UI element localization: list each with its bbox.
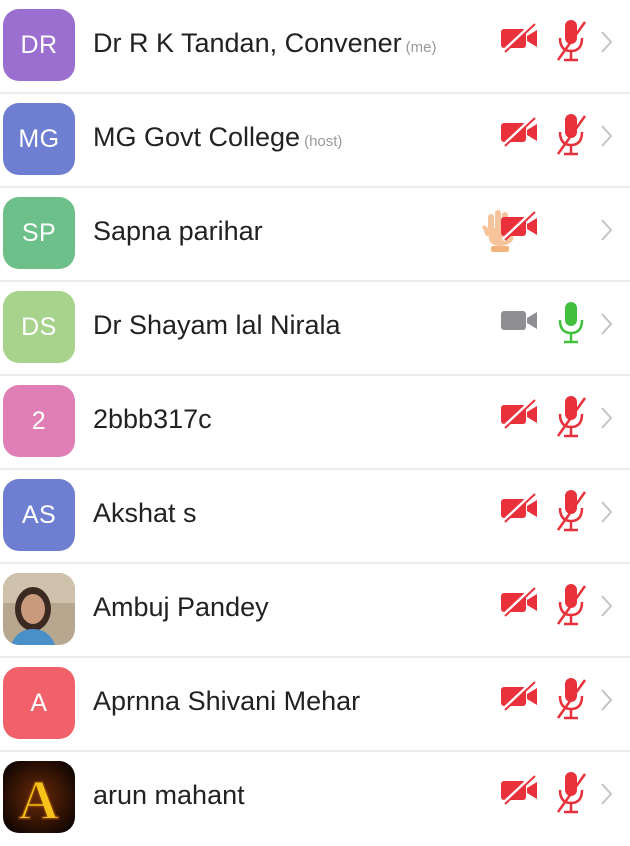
video-off-icon: [500, 774, 540, 806]
participant-name-group: Aprnna Shivani Mehar: [93, 658, 364, 748]
participant-name: Akshat s: [93, 498, 197, 528]
participant-row[interactable]: DS Dr Shayam lal Nirala: [0, 282, 630, 376]
microphone-muted-icon: [554, 18, 588, 64]
chevron-right-icon[interactable]: [600, 688, 614, 712]
microphone-muted-icon: [554, 394, 588, 440]
video-off-icon: [500, 116, 540, 148]
avatar: SP: [3, 197, 75, 269]
participant-name-group: Akshat s: [93, 470, 201, 560]
participant-name: MG Govt College: [93, 122, 301, 152]
avatar: MG: [3, 103, 75, 175]
video-camera-icon: [500, 304, 540, 336]
microphone-muted-icon: [554, 582, 588, 628]
video-off-icon: [500, 492, 540, 524]
status-icons: [450, 0, 630, 90]
status-icons: [450, 564, 630, 654]
participant-name-group: Dr Shayam lal Nirala: [93, 282, 345, 372]
status-icons: [450, 658, 630, 748]
avatar-photo: [3, 573, 75, 645]
participant-row[interactable]: SP Sapna parihar: [0, 188, 630, 282]
participant-row[interactable]: AS Akshat s: [0, 470, 630, 564]
video-off-icon: [500, 210, 540, 242]
chevron-right-icon[interactable]: [600, 218, 614, 242]
participant-row[interactable]: 2 2bbb317c: [0, 376, 630, 470]
svg-text:A: A: [19, 770, 60, 832]
video-off-icon: [500, 398, 540, 430]
video-off-icon: [500, 680, 540, 712]
microphone-icon: [554, 300, 588, 346]
participant-role-tag: (host): [304, 133, 343, 150]
participant-row[interactable]: DR Dr R K Tandan, Convener (me): [0, 0, 630, 94]
avatar: DS: [3, 291, 75, 363]
participant-name: Aprnna Shivani Mehar: [93, 686, 361, 716]
participant-role-tag: (me): [405, 39, 437, 56]
avatar: 2: [3, 385, 75, 457]
participant-name-group: Sapna parihar: [93, 188, 267, 278]
video-off-icon: [500, 22, 540, 54]
participant-name: 2bbb317c: [93, 404, 212, 434]
participant-row[interactable]: A Aprnna Shivani Mehar: [0, 658, 630, 752]
status-icons: [450, 376, 630, 466]
microphone-muted-icon: [554, 770, 588, 816]
avatar: AS: [3, 479, 75, 551]
participant-name: Ambuj Pandey: [93, 592, 269, 622]
participant-name-group: Ambuj Pandey: [93, 564, 273, 654]
participant-row[interactable]: A arun mahant: [0, 752, 630, 846]
video-off-icon: [500, 586, 540, 618]
participant-name: Dr Shayam lal Nirala: [93, 310, 341, 340]
participant-name: Sapna parihar: [93, 216, 263, 246]
participant-name-group: 2bbb317c: [93, 376, 216, 466]
avatar: A: [3, 667, 75, 739]
participant-row[interactable]: Ambuj Pandey: [0, 564, 630, 658]
status-icons: [450, 282, 630, 372]
chevron-right-icon[interactable]: [600, 30, 614, 54]
chevron-right-icon[interactable]: [600, 594, 614, 618]
chevron-right-icon[interactable]: [600, 782, 614, 806]
microphone-muted-icon: [554, 676, 588, 722]
participant-name-group: arun mahant: [93, 752, 249, 842]
chevron-right-icon[interactable]: [600, 500, 614, 524]
participant-name-group: Dr R K Tandan, Convener (me): [93, 0, 437, 90]
avatar: DR: [3, 9, 75, 81]
microphone-muted-icon: [554, 112, 588, 158]
status-icons: [450, 752, 630, 842]
microphone-muted-icon: [554, 488, 588, 534]
chevron-right-icon[interactable]: [600, 124, 614, 148]
participant-name: arun mahant: [93, 780, 245, 810]
participant-name-group: MG Govt College (host): [93, 94, 342, 184]
status-icons: [450, 94, 630, 184]
participant-name: Dr R K Tandan, Convener: [93, 28, 402, 58]
chevron-right-icon[interactable]: [600, 406, 614, 430]
participant-row[interactable]: MG MG Govt College (host): [0, 94, 630, 188]
status-icons: [450, 188, 630, 278]
chevron-right-icon[interactable]: [600, 312, 614, 336]
participant-list: DR Dr R K Tandan, Convener (me) MG MG Go…: [0, 0, 630, 846]
avatar-photo: A: [3, 761, 75, 833]
status-icons: [450, 470, 630, 560]
